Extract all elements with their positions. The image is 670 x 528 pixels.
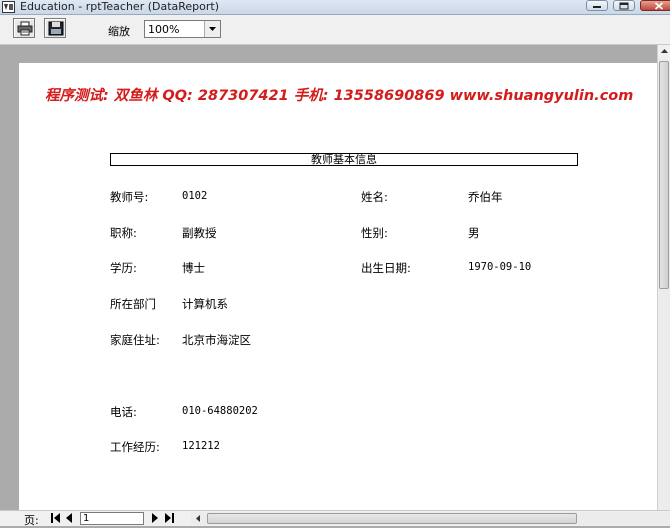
zoom-dropdown-button[interactable] [204, 21, 220, 37]
print-button[interactable] [13, 18, 35, 38]
first-page-button[interactable] [50, 512, 62, 524]
next-page-button[interactable] [149, 512, 161, 524]
report-banner: 程序测试: 双鱼林 QQ: 287307421 手机: 13558690869 … [45, 88, 634, 104]
export-disk-icon [48, 21, 64, 36]
minimize-button[interactable] [586, 0, 608, 11]
minimize-icon [593, 5, 601, 8]
report-viewport: 程序测试: 双鱼林 QQ: 287307421 手机: 13558690869 … [0, 45, 657, 510]
teacher-no-label: 教师号: [110, 190, 149, 204]
chevron-down-icon [209, 27, 216, 31]
chevron-left-icon [196, 515, 200, 522]
gender-value: 男 [468, 226, 480, 240]
window-title: Education - rptTeacher (DataReport) [20, 0, 220, 13]
name-label: 姓名: [361, 190, 388, 204]
scroll-up-button[interactable] [658, 45, 670, 59]
address-label: 家庭住址: [110, 333, 160, 347]
report-app-icon[interactable] [2, 1, 15, 13]
report-page: 程序测试: 双鱼林 QQ: 287307421 手机: 13558690869 … [19, 63, 657, 510]
toolbar: 缩放 100% [0, 15, 670, 45]
printer-icon [17, 21, 33, 36]
birth-value: 1970-09-10 [468, 261, 532, 273]
maximize-button[interactable] [613, 0, 635, 11]
page-label: 页: [24, 514, 39, 527]
report-title: 教师基本信息 [110, 153, 578, 166]
horizontal-scrollbar[interactable] [191, 512, 670, 525]
zoom-value: 100% [148, 23, 180, 36]
experience-label: 工作经历: [110, 440, 160, 454]
previous-page-icon [66, 513, 72, 523]
first-page-icon [51, 513, 60, 523]
export-button[interactable] [44, 18, 66, 38]
title-label: 职称: [110, 226, 137, 240]
close-icon [654, 1, 664, 10]
maximize-icon [619, 2, 629, 9]
phone-value: 010-64880202 [182, 405, 258, 417]
chevron-up-icon [661, 49, 668, 53]
last-page-icon [165, 513, 174, 523]
horizontal-scroll-thumb[interactable] [207, 513, 577, 524]
close-button[interactable] [640, 0, 670, 11]
previous-page-button[interactable] [64, 512, 76, 524]
last-page-button[interactable] [163, 512, 175, 524]
scroll-left-button[interactable] [193, 512, 205, 525]
education-label: 学历: [110, 261, 137, 275]
vertical-scrollbar[interactable] [657, 45, 670, 510]
next-page-icon [152, 513, 158, 523]
dept-label: 所在部门 [110, 297, 156, 311]
experience-value: 121212 [182, 440, 220, 452]
birth-label: 出生日期: [361, 261, 411, 275]
zoom-select[interactable]: 100% [144, 20, 221, 38]
address-value: 北京市海淀区 [182, 333, 251, 347]
gender-label: 性别: [361, 226, 388, 240]
name-value: 乔伯年 [468, 190, 503, 204]
vertical-scroll-thumb[interactable] [659, 61, 669, 289]
zoom-label: 缩放 [108, 25, 130, 38]
dept-value: 计算机系 [182, 297, 228, 311]
education-value: 博士 [182, 261, 205, 275]
phone-label: 电话: [110, 405, 137, 419]
page-number-input[interactable]: 1 [80, 512, 144, 525]
teacher-no-value: 0102 [182, 190, 208, 202]
title-value: 副教授 [182, 226, 217, 240]
title-bar: Education - rptTeacher (DataReport) [0, 0, 670, 15]
page-navigator: 页: 1 [0, 510, 670, 527]
